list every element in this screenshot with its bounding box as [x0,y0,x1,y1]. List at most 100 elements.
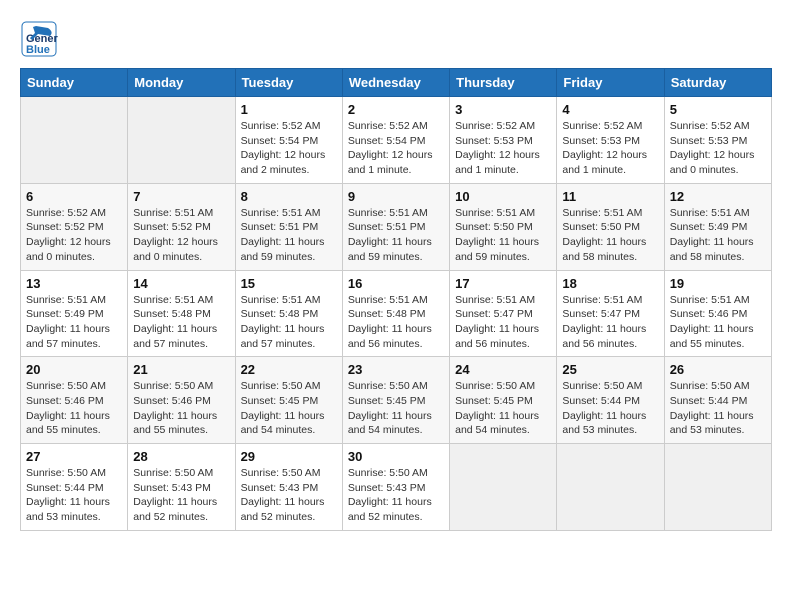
calendar-cell: 1 Sunrise: 5:52 AM Sunset: 5:54 PM Daylig… [235,97,342,184]
day-number: 29 [241,449,337,464]
day-info: Sunrise: 5:50 AM Sunset: 5:45 PM Dayligh… [348,379,444,438]
day-info: Sunrise: 5:51 AM Sunset: 5:48 PM Dayligh… [133,293,229,352]
calendar-cell [128,97,235,184]
calendar-cell: 27Sunrise: 5:50 AM Sunset: 5:44 PM Dayli… [21,444,128,531]
weekday-header-saturday: Saturday [664,69,771,97]
calendar-cell: 24 Sunrise: 5:50 AM Sunset: 5:45 PM Dayli… [450,357,557,444]
calendar-cell: 3Sunrise: 5:52 AM Sunset: 5:53 PM Daylig… [450,97,557,184]
day-number: 13 [26,276,122,291]
calendar-cell [557,444,664,531]
calendar-cell: 14 Sunrise: 5:51 AM Sunset: 5:48 PM Dayli… [128,270,235,357]
weekday-header-sunday: Sunday [21,69,128,97]
day-info: Sunrise: 5:52 AM Sunset: 5:53 PM Dayligh… [670,119,766,178]
calendar-week-3: 13 Sunrise: 5:51 AM Sunset: 5:49 PM Dayli… [21,270,772,357]
day-number: 24 [455,362,551,377]
calendar-cell: 15 Sunrise: 5:51 AM Sunset: 5:48 PM Dayli… [235,270,342,357]
calendar-week-4: 20 Sunrise: 5:50 AM Sunset: 5:46 PM Dayli… [21,357,772,444]
calendar-cell: 28 Sunrise: 5:50 AM Sunset: 5:43 PM Dayli… [128,444,235,531]
day-number: 15 [241,276,337,291]
calendar-week-5: 27Sunrise: 5:50 AM Sunset: 5:44 PM Dayli… [21,444,772,531]
day-info: Sunrise: 5:51 AM Sunset: 5:49 PM Dayligh… [670,206,766,265]
day-info: Sunrise: 5:51 AM Sunset: 5:51 PM Dayligh… [241,206,337,265]
day-info: Sunrise: 5:50 AM Sunset: 5:46 PM Dayligh… [133,379,229,438]
day-number: 25 [562,362,658,377]
day-info: Sunrise: 5:51 AM Sunset: 5:51 PM Dayligh… [348,206,444,265]
day-number: 27 [26,449,122,464]
calendar-table: SundayMondayTuesdayWednesdayThursdayFrid… [20,68,772,531]
day-info: Sunrise: 5:50 AM Sunset: 5:43 PM Dayligh… [241,466,337,525]
calendar-week-1: 1 Sunrise: 5:52 AM Sunset: 5:54 PM Daylig… [21,97,772,184]
day-number: 8 [241,189,337,204]
calendar-cell: 13 Sunrise: 5:51 AM Sunset: 5:49 PM Dayli… [21,270,128,357]
calendar-cell: 6 Sunrise: 5:52 AM Sunset: 5:52 PM Daylig… [21,183,128,270]
day-number: 6 [26,189,122,204]
day-info: Sunrise: 5:50 AM Sunset: 5:45 PM Dayligh… [455,379,551,438]
logo: General Blue [20,20,62,58]
calendar-cell: 11Sunrise: 5:51 AM Sunset: 5:50 PM Dayli… [557,183,664,270]
day-number: 30 [348,449,444,464]
calendar-cell: 4 Sunrise: 5:52 AM Sunset: 5:53 PM Daylig… [557,97,664,184]
day-number: 11 [562,189,658,204]
day-number: 19 [670,276,766,291]
calendar-cell: 17 Sunrise: 5:51 AM Sunset: 5:47 PM Dayli… [450,270,557,357]
day-info: Sunrise: 5:51 AM Sunset: 5:52 PM Dayligh… [133,206,229,265]
day-number: 12 [670,189,766,204]
day-number: 18 [562,276,658,291]
calendar-header: SundayMondayTuesdayWednesdayThursdayFrid… [21,69,772,97]
svg-text:Blue: Blue [26,44,50,56]
calendar-cell: 23 Sunrise: 5:50 AM Sunset: 5:45 PM Dayli… [342,357,449,444]
calendar-cell: 12 Sunrise: 5:51 AM Sunset: 5:49 PM Dayli… [664,183,771,270]
day-info: Sunrise: 5:51 AM Sunset: 5:49 PM Dayligh… [26,293,122,352]
calendar-cell: 22Sunrise: 5:50 AM Sunset: 5:45 PM Dayli… [235,357,342,444]
calendar-cell [664,444,771,531]
weekday-header-monday: Monday [128,69,235,97]
day-number: 7 [133,189,229,204]
calendar-cell: 21 Sunrise: 5:50 AM Sunset: 5:46 PM Dayli… [128,357,235,444]
calendar-cell: 7 Sunrise: 5:51 AM Sunset: 5:52 PM Daylig… [128,183,235,270]
day-info: Sunrise: 5:51 AM Sunset: 5:50 PM Dayligh… [455,206,551,265]
day-info: Sunrise: 5:50 AM Sunset: 5:43 PM Dayligh… [348,466,444,525]
day-number: 26 [670,362,766,377]
day-number: 2 [348,102,444,117]
day-info: Sunrise: 5:51 AM Sunset: 5:46 PM Dayligh… [670,293,766,352]
weekday-row: SundayMondayTuesdayWednesdayThursdayFrid… [21,69,772,97]
calendar-cell [450,444,557,531]
calendar-body: 1 Sunrise: 5:52 AM Sunset: 5:54 PM Daylig… [21,97,772,531]
day-number: 16 [348,276,444,291]
day-number: 4 [562,102,658,117]
day-info: Sunrise: 5:50 AM Sunset: 5:43 PM Dayligh… [133,466,229,525]
logo-icon: General Blue [20,20,58,58]
day-info: Sunrise: 5:52 AM Sunset: 5:53 PM Dayligh… [562,119,658,178]
day-number: 14 [133,276,229,291]
day-number: 28 [133,449,229,464]
day-info: Sunrise: 5:52 AM Sunset: 5:54 PM Dayligh… [348,119,444,178]
page-header: General Blue [20,20,772,58]
calendar-cell: 18 Sunrise: 5:51 AM Sunset: 5:47 PM Dayli… [557,270,664,357]
calendar-cell: 20Sunrise: 5:50 AM Sunset: 5:46 PM Dayli… [21,357,128,444]
day-number: 5 [670,102,766,117]
day-info: Sunrise: 5:50 AM Sunset: 5:44 PM Dayligh… [562,379,658,438]
day-info: Sunrise: 5:51 AM Sunset: 5:47 PM Dayligh… [562,293,658,352]
weekday-header-wednesday: Wednesday [342,69,449,97]
calendar-cell: 10 Sunrise: 5:51 AM Sunset: 5:50 PM Dayli… [450,183,557,270]
day-number: 1 [241,102,337,117]
calendar-cell: 25 Sunrise: 5:50 AM Sunset: 5:44 PM Dayli… [557,357,664,444]
day-number: 23 [348,362,444,377]
day-info: Sunrise: 5:51 AM Sunset: 5:47 PM Dayligh… [455,293,551,352]
day-info: Sunrise: 5:52 AM Sunset: 5:54 PM Dayligh… [241,119,337,178]
day-number: 10 [455,189,551,204]
calendar-cell: 16 Sunrise: 5:51 AM Sunset: 5:48 PM Dayli… [342,270,449,357]
calendar-cell: 2 Sunrise: 5:52 AM Sunset: 5:54 PM Daylig… [342,97,449,184]
day-number: 17 [455,276,551,291]
calendar-cell [21,97,128,184]
calendar-week-2: 6 Sunrise: 5:52 AM Sunset: 5:52 PM Daylig… [21,183,772,270]
calendar-cell: 9 Sunrise: 5:51 AM Sunset: 5:51 PM Daylig… [342,183,449,270]
day-number: 21 [133,362,229,377]
day-info: Sunrise: 5:52 AM Sunset: 5:52 PM Dayligh… [26,206,122,265]
day-info: Sunrise: 5:51 AM Sunset: 5:48 PM Dayligh… [241,293,337,352]
day-info: Sunrise: 5:50 AM Sunset: 5:44 PM Dayligh… [670,379,766,438]
day-info: Sunrise: 5:51 AM Sunset: 5:48 PM Dayligh… [348,293,444,352]
calendar-cell: 26 Sunrise: 5:50 AM Sunset: 5:44 PM Dayli… [664,357,771,444]
day-number: 9 [348,189,444,204]
day-number: 20 [26,362,122,377]
